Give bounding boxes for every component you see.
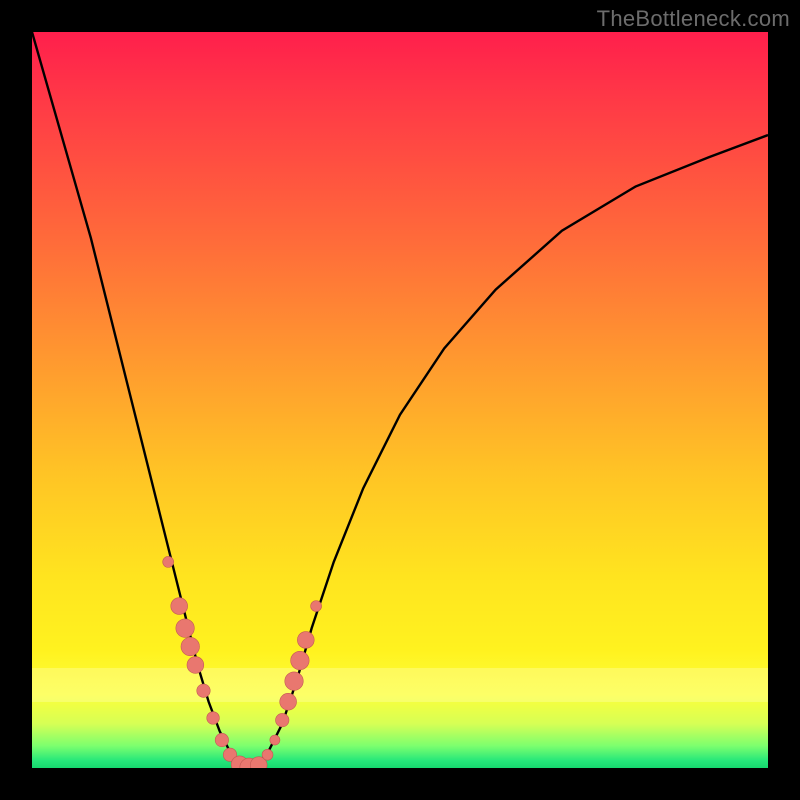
- data-point: [207, 712, 220, 725]
- data-point: [270, 735, 280, 745]
- data-point: [311, 601, 322, 612]
- chart-frame: TheBottleneck.com: [0, 0, 800, 800]
- data-point: [262, 749, 273, 760]
- data-point: [187, 657, 204, 674]
- data-point: [276, 713, 289, 726]
- data-point: [215, 733, 228, 746]
- plot-area: [32, 32, 768, 768]
- data-point: [181, 637, 199, 655]
- chart-svg: [32, 32, 768, 768]
- data-point: [176, 619, 194, 637]
- data-point: [163, 556, 174, 567]
- data-point: [297, 632, 314, 649]
- data-point: [291, 651, 309, 669]
- bottleneck-curve: [32, 32, 768, 768]
- data-point: [285, 672, 303, 690]
- data-point: [280, 693, 297, 710]
- watermark-text: TheBottleneck.com: [597, 6, 790, 32]
- data-point: [171, 598, 188, 615]
- data-point: [197, 684, 210, 697]
- data-points-group: [163, 556, 322, 768]
